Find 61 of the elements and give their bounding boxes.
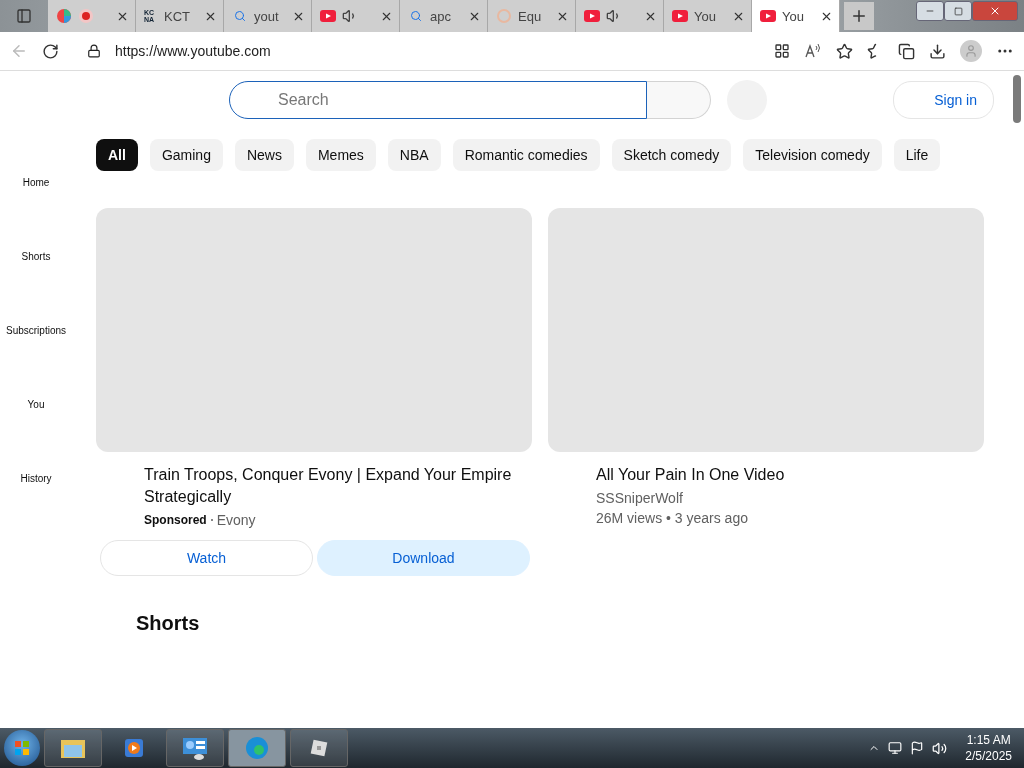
filter-chip[interactable]: Memes bbox=[305, 139, 376, 171]
play-icon bbox=[760, 8, 776, 24]
video-meta: 26M views • 3 years ago bbox=[596, 510, 749, 526]
circle-icon bbox=[496, 8, 512, 24]
browser-tab[interactable]: You bbox=[752, 0, 840, 32]
grid-icon[interactable] bbox=[774, 43, 790, 59]
sidebar-item[interactable]: Shorts bbox=[21, 251, 51, 265]
new-tab-icon[interactable] bbox=[844, 2, 874, 30]
browser-tab[interactable]: You bbox=[664, 0, 752, 32]
avatar-icon[interactable] bbox=[960, 40, 982, 62]
volume-icon[interactable] bbox=[932, 740, 948, 756]
restore-icon[interactable] bbox=[944, 1, 972, 21]
minimize-icon[interactable] bbox=[916, 1, 944, 21]
windows-logo-icon bbox=[14, 740, 30, 756]
pinwheel-icon bbox=[56, 8, 72, 24]
thumbnail-placeholder[interactable] bbox=[96, 208, 532, 452]
play-icon bbox=[672, 8, 688, 24]
filter-chip[interactable]: Romantic comedies bbox=[452, 139, 600, 171]
sidebar-item[interactable]: History bbox=[20, 473, 52, 487]
play-icon bbox=[320, 8, 336, 24]
video-title[interactable]: Train Troops, Conquer Evony | Expand Your Empire Strategically bbox=[144, 464, 532, 508]
search-icon bbox=[408, 8, 424, 24]
sponsored-label: Sponsored bbox=[144, 513, 207, 527]
browser-tab[interactable]: apc bbox=[400, 0, 488, 32]
filter-chip[interactable]: All bbox=[96, 139, 138, 171]
filter-chip[interactable]: Gaming bbox=[149, 139, 223, 171]
clock[interactable]: 1:15 AM 2/5/2025 bbox=[965, 733, 1012, 763]
start-button[interactable] bbox=[4, 730, 40, 766]
flag-icon[interactable] bbox=[910, 741, 925, 755]
advertiser-name: Evony bbox=[216, 512, 256, 528]
filter-chip[interactable]: Sketch comedy bbox=[611, 139, 732, 171]
thumbnail-placeholder[interactable] bbox=[548, 208, 984, 452]
star-icon[interactable] bbox=[836, 42, 853, 60]
browser-tab[interactable]: yout bbox=[224, 0, 312, 32]
play-icon bbox=[584, 8, 600, 24]
filter-chip[interactable]: News bbox=[234, 139, 294, 171]
sidebar-item[interactable]: You bbox=[27, 399, 45, 413]
sidebar-item[interactable]: Home bbox=[22, 177, 50, 191]
ad-button[interactable]: Watch bbox=[100, 540, 313, 576]
record-icon bbox=[78, 8, 94, 24]
filter-chip[interactable]: Television comedy bbox=[743, 139, 882, 171]
reload-icon[interactable] bbox=[42, 42, 59, 60]
filter-chip[interactable]: Life bbox=[893, 139, 941, 171]
filter-chip[interactable]: NBA bbox=[387, 139, 441, 171]
sign-in-button[interactable]: Sign in bbox=[893, 81, 994, 119]
control-panel-icon[interactable] bbox=[166, 729, 224, 767]
ad-button[interactable]: Download bbox=[317, 540, 530, 576]
search-icon bbox=[232, 8, 248, 24]
app-icon[interactable] bbox=[290, 729, 348, 767]
video-title[interactable]: All Your Pain In One Video bbox=[596, 464, 984, 486]
network-icon[interactable] bbox=[888, 741, 903, 755]
browser-tab[interactable]: Equ bbox=[488, 0, 576, 32]
channel-name[interactable]: SSSniperWolf bbox=[596, 490, 984, 506]
lock-icon bbox=[87, 44, 101, 58]
download-icon[interactable] bbox=[929, 42, 946, 60]
collections-icon[interactable] bbox=[898, 42, 915, 60]
shelf-title: Shorts bbox=[136, 612, 201, 635]
scrollbar-thumb[interactable] bbox=[1013, 75, 1021, 123]
folder-icon[interactable] bbox=[44, 729, 102, 767]
sidebar-item[interactable]: Subscriptions bbox=[6, 325, 66, 339]
read-aloud-icon[interactable] bbox=[804, 43, 822, 59]
